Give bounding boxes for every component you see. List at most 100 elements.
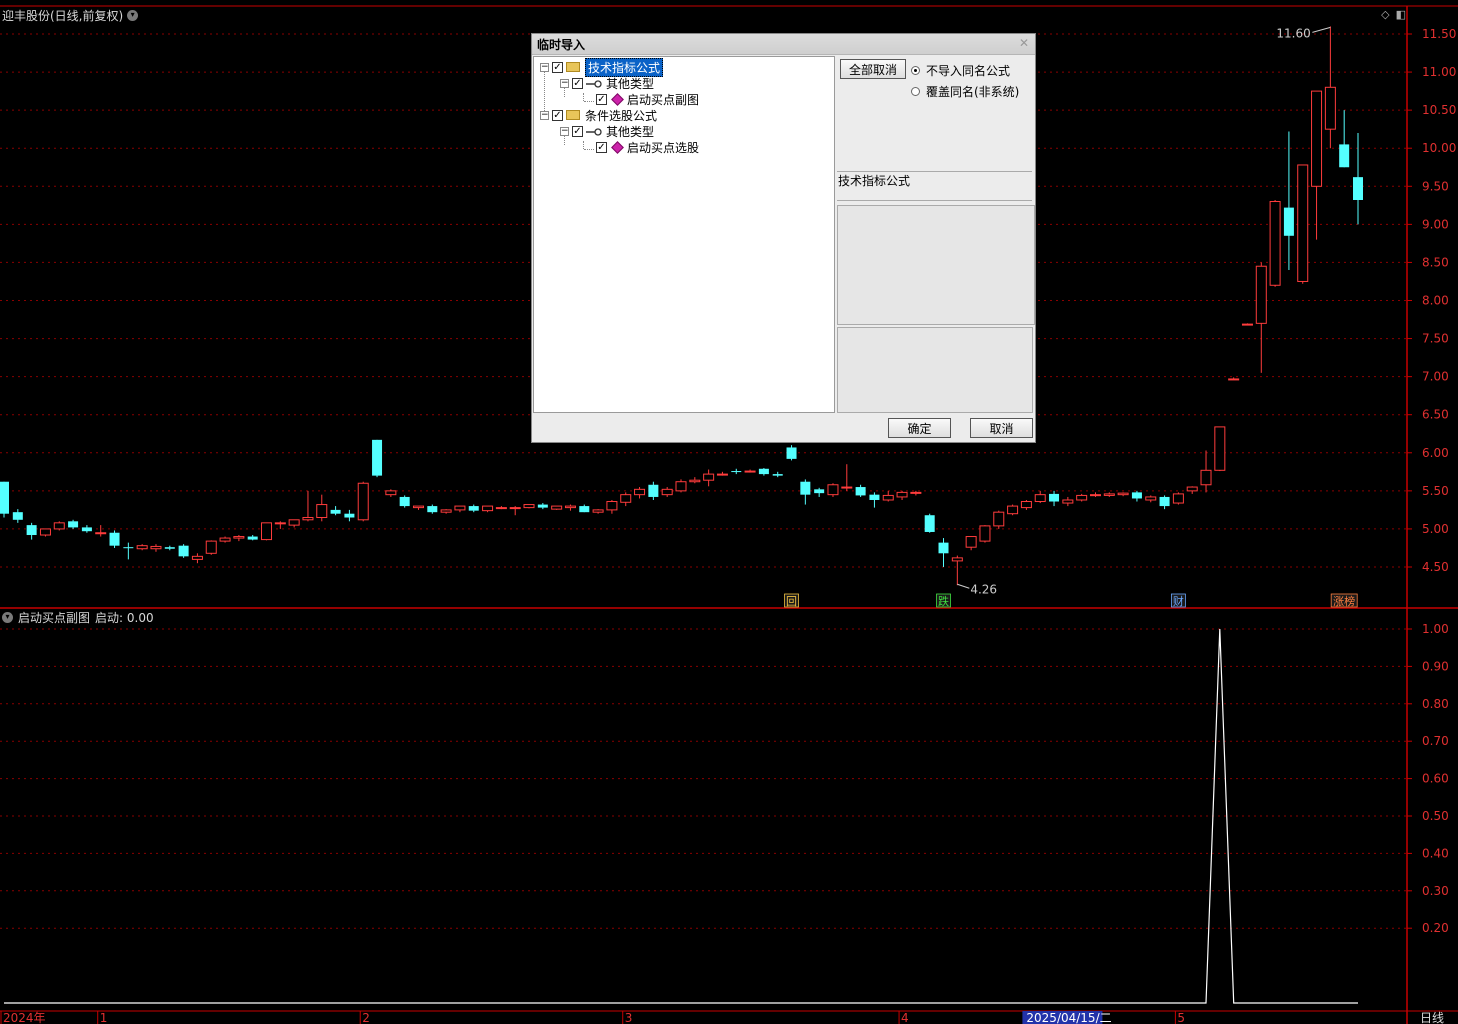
collapse-icon[interactable]: −	[540, 110, 549, 120]
candle-body-down	[924, 515, 935, 532]
clear-all-button[interactable]: 全部取消	[840, 59, 906, 79]
candle-body-up	[302, 517, 314, 521]
candle-body-up	[440, 509, 452, 513]
candle-body-up	[1034, 494, 1046, 503]
candle-body-up	[1186, 486, 1198, 492]
candle-body-down	[855, 487, 866, 496]
tree-node-other-type[interactable]: − ✓ 其他类型	[560, 123, 654, 139]
tree-node-start-buy-indicator[interactable]: ✓ 启动买点副图	[596, 91, 699, 107]
candle-body-up	[979, 525, 991, 542]
formula-info-label: 技术指标公式	[837, 171, 1032, 201]
candle-body-up	[1200, 469, 1212, 486]
tree-node-tech-formulas[interactable]: − ✓ 技术指标公式	[540, 57, 664, 77]
candle-body-up	[95, 532, 107, 535]
checkbox-checked-icon[interactable]: ✓	[552, 61, 563, 73]
radio-no-import[interactable]: 不导入同名公式	[911, 62, 1010, 79]
checkbox-checked-icon[interactable]: ✓	[596, 93, 607, 105]
diamond-icon[interactable]: ◇	[1381, 8, 1389, 21]
candle-body-down	[330, 509, 341, 514]
tree-node-label: 其他类型	[606, 124, 655, 139]
candle-body-up	[744, 470, 756, 473]
high-arrow	[1312, 26, 1331, 33]
event-mark-label: 回	[786, 595, 797, 608]
candle-body-up	[1297, 164, 1309, 282]
checkbox-checked-icon[interactable]: ✓	[552, 109, 563, 121]
detail-panel	[837, 327, 1033, 413]
candle-body-up	[910, 491, 922, 494]
candle-body-up	[896, 491, 908, 498]
candle-body-down	[164, 547, 175, 549]
x-tick-label: 2	[362, 1011, 370, 1024]
candle-body-up	[482, 505, 494, 512]
formula-gem-icon	[611, 92, 624, 106]
candle-body-up	[454, 505, 466, 511]
candle-body-down	[178, 545, 189, 557]
candle-body-down	[109, 532, 120, 546]
collapse-icon[interactable]: −	[560, 126, 569, 136]
tree-node-screening-formulas[interactable]: − ✓ 条件选股公式	[540, 107, 657, 123]
candle-body-down	[1049, 493, 1060, 502]
candle-body-up	[882, 494, 894, 501]
candle-body-down	[81, 527, 92, 532]
tree-connector	[584, 101, 594, 102]
high-label: 11.60	[1276, 26, 1310, 40]
checkbox-checked-icon[interactable]: ✓	[572, 125, 583, 137]
candle-body-up	[1172, 493, 1184, 504]
candle-body-up	[634, 488, 646, 496]
candle-body-up	[716, 473, 728, 476]
chart-title-bar: 迎丰股份(日线,前复权) ▾	[2, 6, 139, 24]
cancel-button[interactable]: 取消	[970, 418, 1033, 438]
radio-unselected-icon[interactable]	[911, 87, 920, 96]
close-icon[interactable]: ✕	[1017, 36, 1031, 50]
title-dropdown-icon[interactable]: ▾	[127, 9, 139, 21]
ok-button[interactable]: 确定	[888, 418, 951, 438]
candle-body-up	[620, 494, 632, 503]
formula-tree[interactable]: − ✓ 技术指标公式 − ✓ 其他类型 ✓ 启动买点副图 − ✓ 条件选股公式 …	[533, 56, 835, 413]
radio-selected-icon[interactable]	[911, 66, 920, 75]
window-toggle-icon[interactable]: ◧	[1396, 8, 1406, 21]
x-axis: 2024年 1 2 3 4 5 2025/04/15/二 日线	[0, 1011, 1444, 1024]
chart-top-icons: ◇ ◧	[1381, 8, 1406, 21]
candle-body-down	[372, 439, 383, 476]
indicator-title-bar: ▾ 启动买点副图 启动: 0.00	[2, 609, 154, 625]
dialog-titlebar[interactable]: 临时导入 ✕	[532, 34, 1035, 55]
checkbox-checked-icon[interactable]: ✓	[596, 141, 607, 153]
tree-node-label: 其他类型	[606, 76, 655, 91]
checkbox-checked-icon[interactable]: ✓	[572, 77, 583, 89]
radio-label: 不导入同名公式	[926, 64, 1011, 78]
candle-body-up	[261, 522, 273, 541]
candle-body-down	[1159, 496, 1170, 507]
collapse-icon[interactable]: −	[560, 78, 569, 88]
indicator-tick-label: 0.70	[1422, 734, 1449, 748]
candle-body-up	[1255, 265, 1267, 324]
candle-body-up	[1103, 493, 1115, 496]
radio-overwrite[interactable]: 覆盖同名(非系统)	[911, 83, 1019, 100]
stock-title: 迎丰股份(日线,前复权)	[2, 8, 124, 23]
price-tick-label: 8.00	[1422, 294, 1449, 308]
candle-body-down	[772, 474, 783, 476]
candle-body-down	[12, 512, 23, 520]
key-icon	[586, 126, 602, 136]
description-panel	[837, 205, 1035, 325]
tree-connector	[584, 149, 594, 150]
tree-node-start-buy-screen[interactable]: ✓ 启动买点选股	[596, 139, 699, 155]
temp-import-dialog: 临时导入 ✕ − ✓ 技术指标公式 − ✓ 其他类型 ✓ 启动买点副图 − ✓ …	[531, 33, 1036, 443]
candle-body-up	[219, 537, 231, 542]
x-tick-label: 5	[1177, 1011, 1185, 1024]
candle-body-up	[39, 528, 51, 536]
tree-node-other-type[interactable]: − ✓ 其他类型	[560, 75, 654, 91]
candle-body-down	[26, 525, 37, 536]
candle-body-down	[800, 481, 811, 495]
candle-body-down	[537, 504, 548, 508]
price-tick-label: 7.50	[1422, 332, 1449, 346]
candle-body-down	[468, 506, 479, 511]
folder-icon	[566, 110, 580, 120]
indicator-dropdown-icon[interactable]: ▾	[2, 611, 13, 623]
key-icon	[586, 78, 602, 88]
indicator-tick-label: 0.50	[1422, 809, 1449, 823]
candle-body-up	[551, 505, 563, 510]
candle-body-up	[1269, 201, 1281, 286]
candle-body-up	[661, 488, 673, 496]
candle-body-down	[1283, 207, 1294, 236]
collapse-icon[interactable]: −	[540, 62, 549, 72]
